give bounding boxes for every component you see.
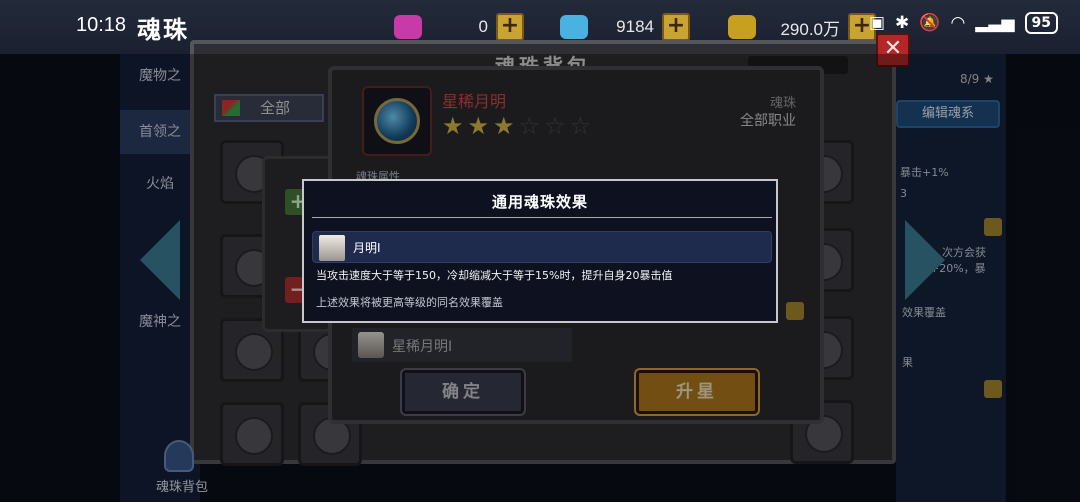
blue-diamond-value: 9184 xyxy=(616,17,654,36)
add-blue-diamond-button[interactable]: + xyxy=(662,13,690,41)
popup-title: 通用魂珠效果 xyxy=(491,193,588,211)
clock: 10:18 xyxy=(76,14,127,36)
battery-icon: 95 xyxy=(1024,12,1058,34)
pink-gem-icon xyxy=(394,15,422,39)
signal-icon: ▂▃▅ xyxy=(975,13,1015,33)
mute-icon: 🔕 xyxy=(919,13,941,33)
wifi-icon: ◠ xyxy=(950,13,966,33)
gold-chest-icon xyxy=(728,15,756,39)
resource-blue-diamond: 9184 + xyxy=(560,12,690,42)
resource-pink-gem: 0 + xyxy=(394,12,524,42)
divider xyxy=(312,217,772,218)
add-pink-gem-button[interactable]: + xyxy=(496,13,524,41)
gold-value: 290.0万 xyxy=(780,19,840,39)
resource-gold: 290.0万 + xyxy=(728,12,876,42)
effect-popup: 通用魂珠效果 月明Ⅰ 当攻击速度大于等于150，冷却缩减大于等于15%时，提升自… xyxy=(302,179,778,323)
screen-title: 魂珠 xyxy=(137,16,189,44)
effect-row: 月明Ⅰ xyxy=(312,231,772,263)
effect-description: 当攻击速度大于等于150，冷却缩减大于等于15%时，提升自身20暴击值 xyxy=(316,269,673,282)
effect-name: 月明Ⅰ xyxy=(353,241,381,255)
blue-diamond-icon xyxy=(560,15,588,39)
bluetooth-icon: ✱ xyxy=(895,13,910,33)
avatar xyxy=(319,235,345,261)
effect-note: 上述效果将被更高等级的同名效果覆盖 xyxy=(316,296,503,309)
system-icons: ▣ ✱ 🔕 ◠ ▂▃▅ 95 xyxy=(869,12,1058,34)
pink-gem-value: 0 xyxy=(478,17,488,36)
nfc-icon: ▣ xyxy=(868,13,886,33)
